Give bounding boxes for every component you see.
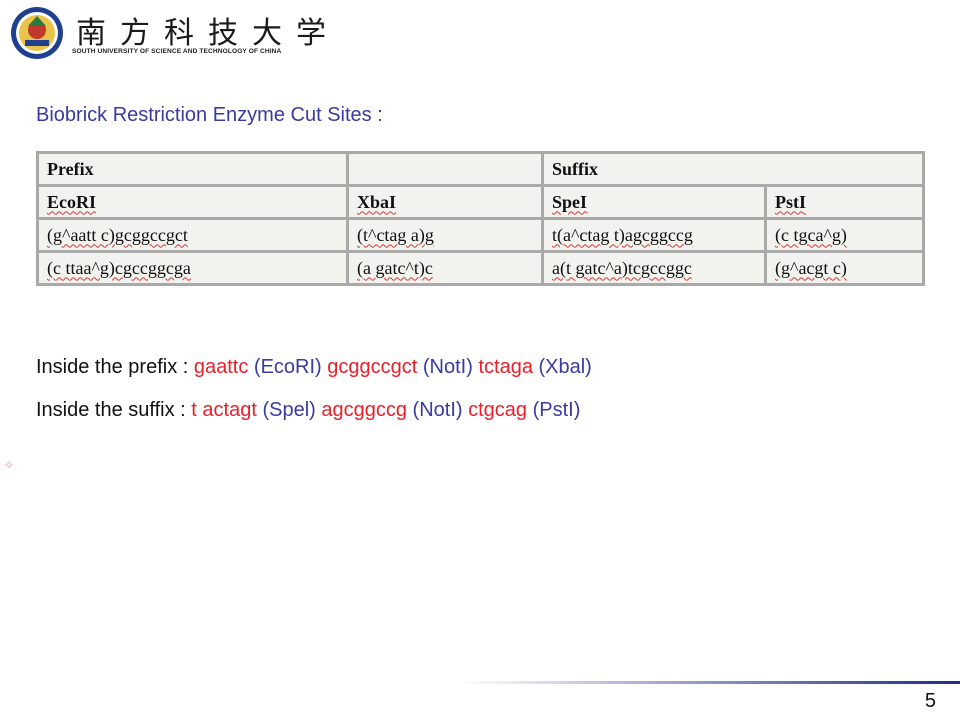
prefix-enzyme-ecori: (EcoRI) <box>248 356 328 378</box>
logo-english-name: SOUTH UNIVERSITY OF SCIENCE AND TECHNOLO… <box>72 48 282 55</box>
prefix-seq-xbai: tctaga <box>478 356 533 378</box>
sequence-text: (g^aatt c)gcggccgct <box>47 224 188 245</box>
header-empty <box>346 151 544 187</box>
enzyme-name: XbaI <box>357 191 397 212</box>
prefix-line: Inside the prefix : gaattc (EcoRI) gcggc… <box>36 356 592 379</box>
prefix-enzyme-xbai: (Xbal) <box>532 356 592 378</box>
suffix-seq-spei: t actagt <box>191 399 257 421</box>
enzyme-cell: PstI <box>763 184 926 220</box>
sequence-text: (c ttaa^g)cgccggcga <box>47 257 191 278</box>
university-logo: 南方科技大学 SOUTH UNIVERSITY OF SCIENCE AND T… <box>10 6 326 62</box>
enzyme-cell: EcoRI <box>36 184 349 220</box>
logo-chinese-name: 南方科技大学 <box>76 16 340 51</box>
table-enzyme-row: EcoRI XbaI SpeI PstI <box>36 184 926 220</box>
anchor-mark-icon: ✧ <box>4 458 15 472</box>
footer-divider <box>460 681 960 684</box>
suffix-line: Inside the suffix : t actagt (Spel) agcg… <box>36 399 580 422</box>
table-cell: (c tgca^g) <box>763 217 926 253</box>
enzyme-cell: XbaI <box>346 184 544 220</box>
table-row: (g^aatt c)gcggccgct (t^ctag a)g t(a^ctag… <box>36 217 926 253</box>
table-cell: (c ttaa^g)cgccggcga <box>36 250 349 286</box>
suffix-label: Inside the suffix : <box>36 399 192 421</box>
suffix-seq-psti: ctgcag <box>468 399 528 421</box>
header-suffix: Suffix <box>540 151 926 187</box>
table-cell: t(a^ctag t)agcggccg <box>541 217 767 253</box>
university-seal-icon <box>11 7 63 59</box>
enzyme-name: SpeI <box>552 191 588 212</box>
page-number: 5 <box>924 690 936 712</box>
table-cell: (g^acgt c) <box>763 250 926 286</box>
suffix-seq-noti: agcggccg <box>321 399 407 421</box>
suffix-enzyme-noti: (NotI) <box>406 399 469 421</box>
table-header-row: Prefix Suffix <box>36 151 926 187</box>
table-row: (c ttaa^g)cgccggcga (a gatc^t)c a(t gatc… <box>36 250 926 286</box>
sequence-text: t(a^ctag t)agcggccg <box>552 224 693 245</box>
prefix-seq-noti: gcggccgct <box>327 356 418 378</box>
slide-title: Biobrick Restriction Enzyme Cut Sites : <box>36 104 383 126</box>
table-cell: a(t gatc^a)tcgccggc <box>541 250 767 286</box>
prefix-label: Inside the prefix : <box>36 356 194 378</box>
prefix-seq-ecori: gaattc <box>193 356 249 378</box>
sequence-text: (c tgca^g) <box>775 224 847 245</box>
enzyme-name: PstI <box>775 191 806 212</box>
sequence-text: (t^ctag a)g <box>357 224 434 245</box>
enzyme-cell: SpeI <box>541 184 767 220</box>
header-prefix: Prefix <box>36 151 349 187</box>
table-cell: (g^aatt c)gcggccgct <box>36 217 349 253</box>
suffix-enzyme-psti: (PstI) <box>527 399 581 421</box>
table-cell: (t^ctag a)g <box>346 217 544 253</box>
sequence-text: a(t gatc^a)tcgccggc <box>552 257 692 278</box>
enzyme-name: EcoRI <box>47 191 96 212</box>
suffix-enzyme-spei: (Spel) <box>256 399 322 421</box>
enzyme-table: Prefix Suffix EcoRI XbaI SpeI PstI (g^aa… <box>36 151 926 286</box>
sequence-text: (g^acgt c) <box>775 257 847 278</box>
prefix-enzyme-noti: (NotI) <box>417 356 479 378</box>
sequence-text: (a gatc^t)c <box>357 257 433 278</box>
table-cell: (a gatc^t)c <box>346 250 544 286</box>
